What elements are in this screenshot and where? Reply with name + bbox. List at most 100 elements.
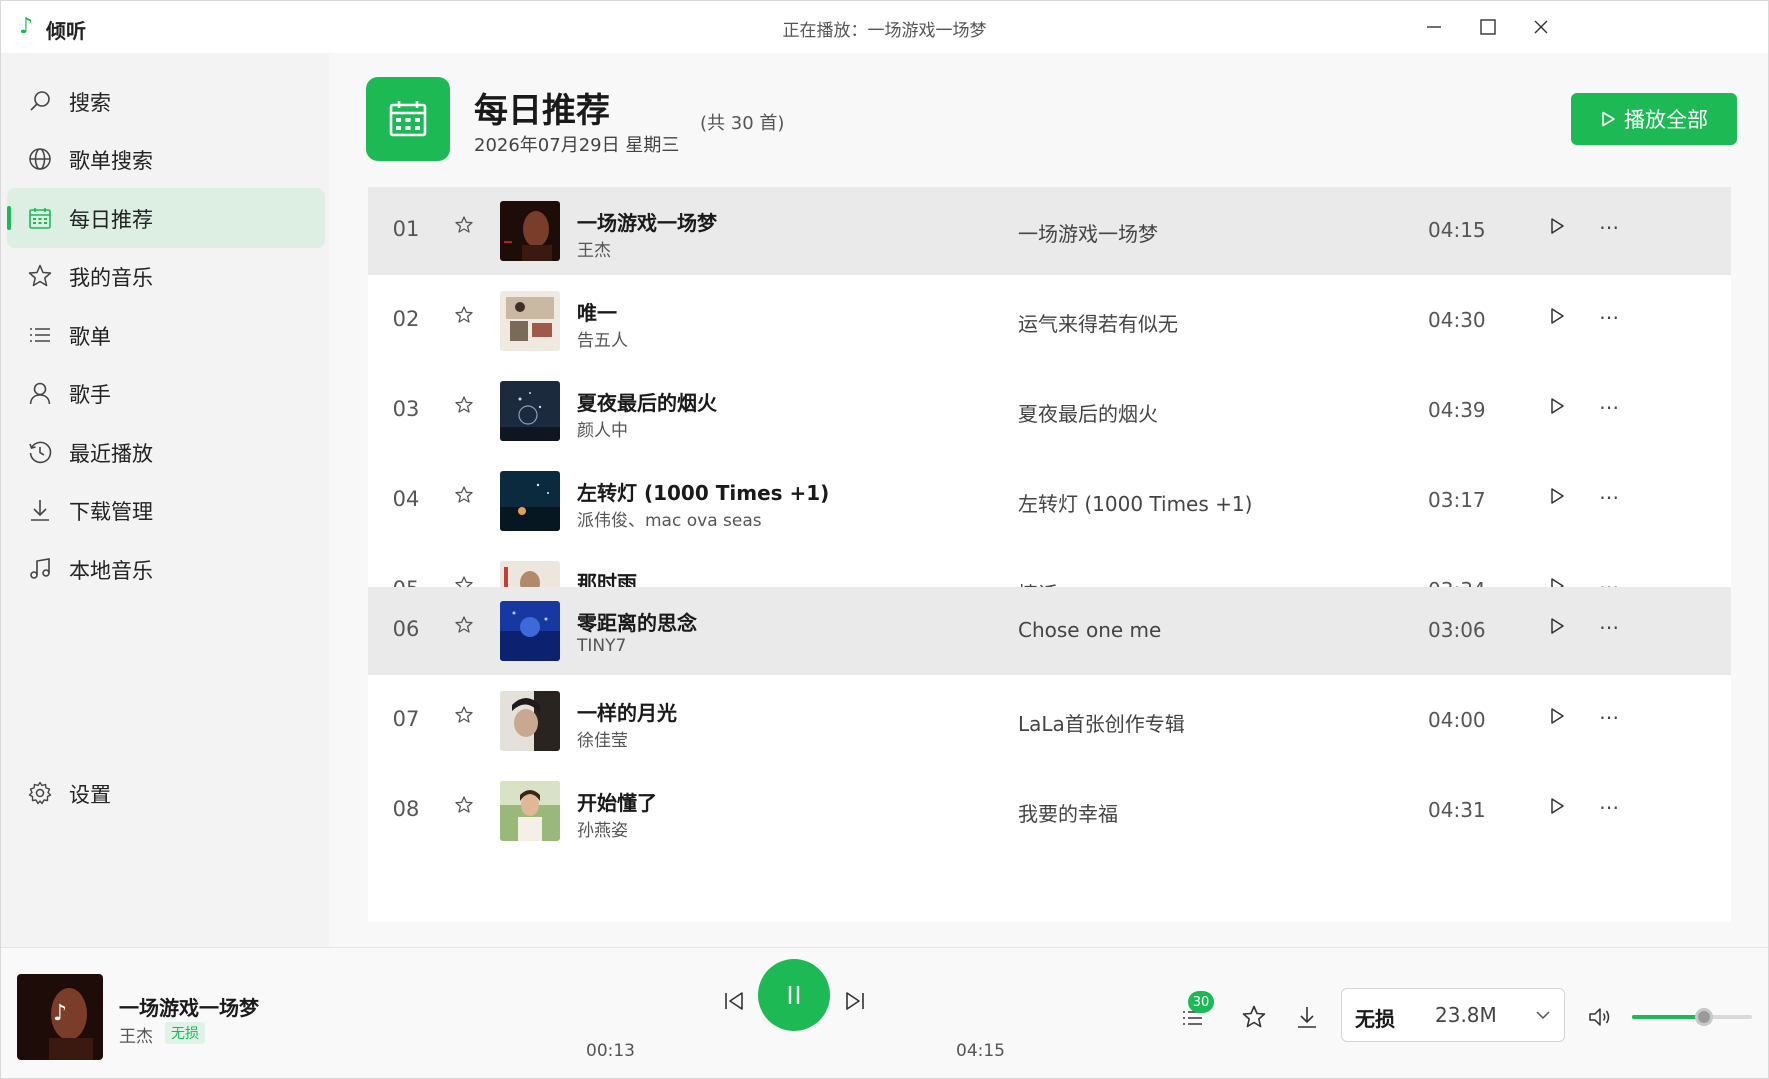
sidebar-item-label: 每日推荐 <box>69 208 153 232</box>
more-options-icon[interactable]: ⋯ <box>1595 485 1623 509</box>
more-options-icon[interactable]: ⋯ <box>1595 795 1623 819</box>
favorite-star-icon[interactable] <box>454 395 478 419</box>
lossless-badge: 无损 <box>165 1022 205 1044</box>
row-play-icon[interactable] <box>1548 307 1572 331</box>
favorite-button[interactable] <box>1241 1004 1267 1030</box>
favorite-star-icon[interactable] <box>454 215 478 239</box>
song-title: 一样的月光 <box>577 701 677 725</box>
sidebar-item-label: 歌手 <box>69 383 111 407</box>
song-duration: 04:31 <box>1428 798 1486 822</box>
play-all-label: 播放全部 <box>1624 108 1708 132</box>
gear-icon <box>27 780 53 806</box>
close-button[interactable] <box>1518 9 1564 45</box>
pause-button[interactable] <box>758 959 830 1031</box>
volume-button[interactable] <box>1587 1004 1613 1030</box>
sidebar-item-daily-recommend[interactable]: 每日推荐 <box>7 188 325 248</box>
favorite-star-icon[interactable] <box>454 795 478 819</box>
maximize-button[interactable] <box>1465 9 1511 45</box>
favorite-star-icon[interactable] <box>454 705 478 729</box>
song-row[interactable]: 01 一场游戏一场梦 王杰 一场游戏一场梦 04:15 ⋯ <box>368 187 1731 275</box>
sidebar-item-artists[interactable]: 歌手 <box>7 363 325 423</box>
next-track-button[interactable] <box>842 988 868 1014</box>
sidebar-item-downloads[interactable]: 下载管理 <box>7 480 325 540</box>
sidebar-item-label: 最近播放 <box>69 442 153 466</box>
more-options-icon[interactable]: ⋯ <box>1595 705 1623 729</box>
skip-back-icon <box>725 992 743 1010</box>
row-play-icon[interactable] <box>1548 487 1572 511</box>
now-playing-title: 一场游戏一场梦 <box>119 996 259 1020</box>
star-icon <box>27 263 53 289</box>
song-title: 唯一 <box>577 301 617 325</box>
more-options-icon[interactable]: ⋯ <box>1595 305 1623 329</box>
song-artist[interactable]: 派伟俊、mac ova seas <box>577 506 762 531</box>
sidebar-item-playlist-search[interactable]: 歌单搜索 <box>7 129 325 189</box>
row-play-icon[interactable] <box>1548 617 1572 641</box>
row-play-icon[interactable] <box>1548 217 1572 241</box>
more-options-icon[interactable]: ⋯ <box>1595 615 1623 639</box>
download-button[interactable] <box>1294 1004 1320 1030</box>
favorite-star-icon[interactable] <box>454 485 478 509</box>
song-row[interactable]: 04 左转灯 (1000 Times +1) 派伟俊、mac ova seas … <box>368 457 1731 545</box>
sidebar-item-playlists[interactable]: 歌单 <box>7 305 325 365</box>
minimize-button[interactable] <box>1411 9 1457 45</box>
song-artist[interactable]: 徐佳莹 <box>577 726 628 751</box>
previous-track-button[interactable] <box>721 988 747 1014</box>
song-album[interactable]: 左转灯 (1000 Times +1) <box>1018 488 1252 517</box>
favorite-star-icon[interactable] <box>454 615 478 639</box>
song-artist[interactable]: 颜人中 <box>577 416 628 441</box>
row-play-icon[interactable] <box>1548 397 1572 421</box>
song-artist[interactable]: 王杰 <box>577 236 611 261</box>
song-row[interactable]: 03 夏夜最后的烟火 颜人中 夏夜最后的烟火 04:39 ⋯ <box>368 367 1731 455</box>
more-options-icon[interactable]: ⋯ <box>1595 395 1623 419</box>
song-album[interactable]: Chose one me <box>1018 618 1161 642</box>
maximize-icon <box>1480 19 1496 35</box>
song-album[interactable]: LaLa首张创作专辑 <box>1018 708 1185 737</box>
song-title: 开始懂了 <box>577 791 657 815</box>
title-bar: ♪ 倾听 正在播放：一场游戏一场梦 <box>1 1 1768 53</box>
play-all-button[interactable]: 播放全部 <box>1571 93 1737 145</box>
favorite-star-icon[interactable] <box>454 305 478 329</box>
queue-count-badge: 30 <box>1188 991 1214 1013</box>
song-title: 一场游戏一场梦 <box>577 211 717 235</box>
play-icon <box>1602 111 1615 127</box>
sidebar-item-settings[interactable]: 设置 <box>7 763 325 823</box>
quality-select[interactable]: 无损 23.8M <box>1341 988 1565 1042</box>
song-list: 01 一场游戏一场梦 王杰 一场游戏一场梦 04:15 ⋯ 02 唯一 告五人 … <box>368 187 1731 922</box>
song-row[interactable]: 06 零距离的思念 TINY7 Chose one me 03:06 ⋯ <box>368 587 1731 675</box>
song-number: 08 <box>392 797 420 821</box>
song-album[interactable]: 一场游戏一场梦 <box>1018 218 1158 247</box>
quality-name: 无损 <box>1355 1007 1395 1031</box>
download-icon <box>1298 1007 1316 1028</box>
now-playing-cover[interactable]: ♪ <box>17 974 103 1060</box>
sidebar-item-local-music[interactable]: 本地音乐 <box>7 539 325 599</box>
sidebar-item-search[interactable]: 搜索 <box>7 71 325 131</box>
now-playing-artist[interactable]: 王杰 <box>119 1022 153 1047</box>
row-play-icon[interactable] <box>1548 707 1572 731</box>
sidebar: 搜索 歌单搜索 每日推荐 我的音乐 歌单 歌手 最近播放 下载管理 本地音乐 设… <box>1 53 329 947</box>
song-artist[interactable]: 孙燕姿 <box>577 816 628 841</box>
song-title: 夏夜最后的烟火 <box>577 391 717 415</box>
song-album[interactable]: 夏夜最后的烟火 <box>1018 398 1158 427</box>
volume-knob[interactable] <box>1695 1008 1713 1026</box>
song-row[interactable]: 08 开始懂了 孙燕姿 我要的幸福 04:31 ⋯ <box>368 767 1731 855</box>
page-title: 每日推荐 <box>474 91 610 131</box>
sidebar-item-label: 歌单 <box>69 325 111 349</box>
song-artist[interactable]: TINY7 <box>577 636 626 656</box>
daily-calendar-icon <box>366 77 450 161</box>
song-album[interactable]: 我要的幸福 <box>1018 798 1118 827</box>
song-number: 04 <box>392 487 420 511</box>
song-row[interactable]: 02 唯一 告五人 运气来得若有似无 04:30 ⋯ <box>368 277 1731 365</box>
more-options-icon[interactable]: ⋯ <box>1595 215 1623 239</box>
song-number: 03 <box>392 397 420 421</box>
sidebar-item-my-music[interactable]: 我的音乐 <box>7 246 325 306</box>
row-play-icon[interactable] <box>1548 797 1572 821</box>
sidebar-item-label: 本地音乐 <box>69 559 153 583</box>
song-row[interactable]: 07 一样的月光 徐佳莹 LaLa首张创作专辑 04:00 ⋯ <box>368 677 1731 765</box>
album-cover <box>500 381 560 441</box>
sidebar-item-recent[interactable]: 最近播放 <box>7 422 325 482</box>
current-time: 00:13 <box>586 1041 635 1061</box>
star-icon <box>1242 1005 1266 1028</box>
song-artist[interactable]: 告五人 <box>577 326 628 351</box>
volume-slider[interactable] <box>1632 1008 1752 1026</box>
song-album[interactable]: 运气来得若有似无 <box>1018 308 1178 337</box>
